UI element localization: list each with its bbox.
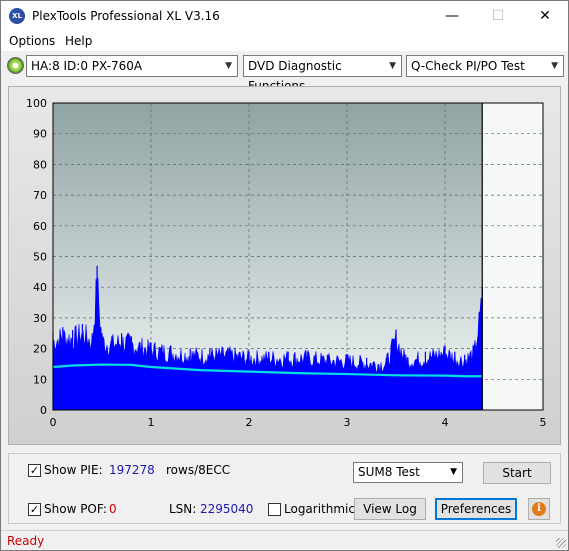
x-tick-label: 2	[246, 416, 253, 429]
logarithmic-checkbox[interactable]	[268, 503, 281, 516]
y-tick-label: 0	[40, 404, 47, 417]
status-bar: Ready	[1, 530, 568, 550]
show-pof-checkbox[interactable]: ✓	[28, 503, 41, 516]
pi-po-chart: 0 10 20 30 40 50 60 70 80 90 100 0 1 2 3 4 5	[26, 97, 547, 429]
menu-help[interactable]: Help	[65, 34, 92, 48]
y-tick-label: 80	[33, 158, 47, 171]
lsn-value: 2295040	[200, 502, 254, 516]
rows-label: rows/8ECC	[166, 463, 231, 477]
pie-value: 197278	[109, 463, 155, 477]
maximize-button[interactable]: ☐	[475, 1, 521, 31]
results-panel: ✓ Show PIE: 197278 rows/8ECC ✓ Show POF:…	[8, 453, 561, 524]
start-button[interactable]: Start	[483, 462, 551, 484]
title-bar[interactable]: XL PlexTools Professional XL V3.16 — ☐ ✕	[1, 1, 568, 31]
view-log-button[interactable]: View Log	[354, 498, 426, 520]
toolbar: HA:8 ID:0 PX-760A ▼ DVD Diagnostic Funct…	[1, 52, 568, 93]
menu-options[interactable]: Options	[9, 34, 55, 48]
pof-value: 0	[109, 502, 117, 516]
disc-drive-icon	[7, 57, 24, 74]
chevron-down-icon: ▼	[389, 61, 396, 71]
x-tick-label: 1	[148, 416, 155, 429]
x-tick-label: 4	[442, 416, 449, 429]
y-tick-label: 40	[33, 281, 47, 294]
chevron-down-icon: ▼	[551, 61, 558, 71]
test-select[interactable]: Q-Check PI/PO Test ▼	[406, 55, 564, 77]
y-tick-label: 100	[26, 97, 47, 110]
resize-grip-icon[interactable]	[556, 538, 566, 548]
chevron-down-icon: ▼	[225, 61, 232, 71]
minimize-button[interactable]: —	[429, 1, 475, 31]
test-mode-value: SUM8 Test	[358, 465, 420, 479]
window-title: PlexTools Professional XL V3.16	[32, 9, 220, 23]
show-pof-label: Show POF:	[44, 502, 107, 516]
app-window: XL PlexTools Professional XL V3.16 — ☐ ✕…	[0, 0, 569, 551]
test-mode-select[interactable]: SUM8 Test ▼	[353, 462, 463, 483]
close-button[interactable]: ✕	[522, 1, 568, 31]
x-tick-label: 5	[540, 416, 547, 429]
chevron-down-icon: ▼	[450, 467, 457, 477]
test-select-value: Q-Check PI/PO Test	[411, 59, 525, 73]
show-pie-checkbox[interactable]: ✓	[28, 464, 41, 477]
function-select[interactable]: DVD Diagnostic Functions ▼	[243, 55, 402, 93]
preferences-button[interactable]: Preferences	[435, 498, 517, 520]
y-tick-label: 90	[33, 128, 47, 141]
show-pie-label: Show PIE:	[44, 463, 103, 477]
drive-select[interactable]: HA:8 ID:0 PX-760A ▼	[26, 55, 238, 77]
info-icon: i	[532, 502, 546, 516]
y-tick-label: 20	[33, 343, 47, 356]
logarithmic-label: Logarithmic	[284, 502, 355, 516]
status-text: Ready	[7, 534, 45, 548]
y-tick-label: 60	[33, 220, 47, 233]
y-tick-label: 70	[33, 189, 47, 202]
lsn-label: LSN:	[169, 502, 197, 516]
info-button[interactable]: i	[528, 498, 550, 520]
menu-bar: Options Help	[1, 31, 568, 51]
app-logo-icon: XL	[9, 8, 25, 24]
y-tick-label: 10	[33, 373, 47, 386]
y-tick-label: 50	[33, 251, 47, 264]
x-tick-label: 3	[344, 416, 351, 429]
y-tick-label: 30	[33, 312, 47, 325]
chart-panel: 0 10 20 30 40 50 60 70 80 90 100 0 1 2 3 4 5	[8, 86, 561, 445]
x-tick-label: 0	[50, 416, 57, 429]
drive-select-value: HA:8 ID:0 PX-760A	[31, 59, 143, 73]
